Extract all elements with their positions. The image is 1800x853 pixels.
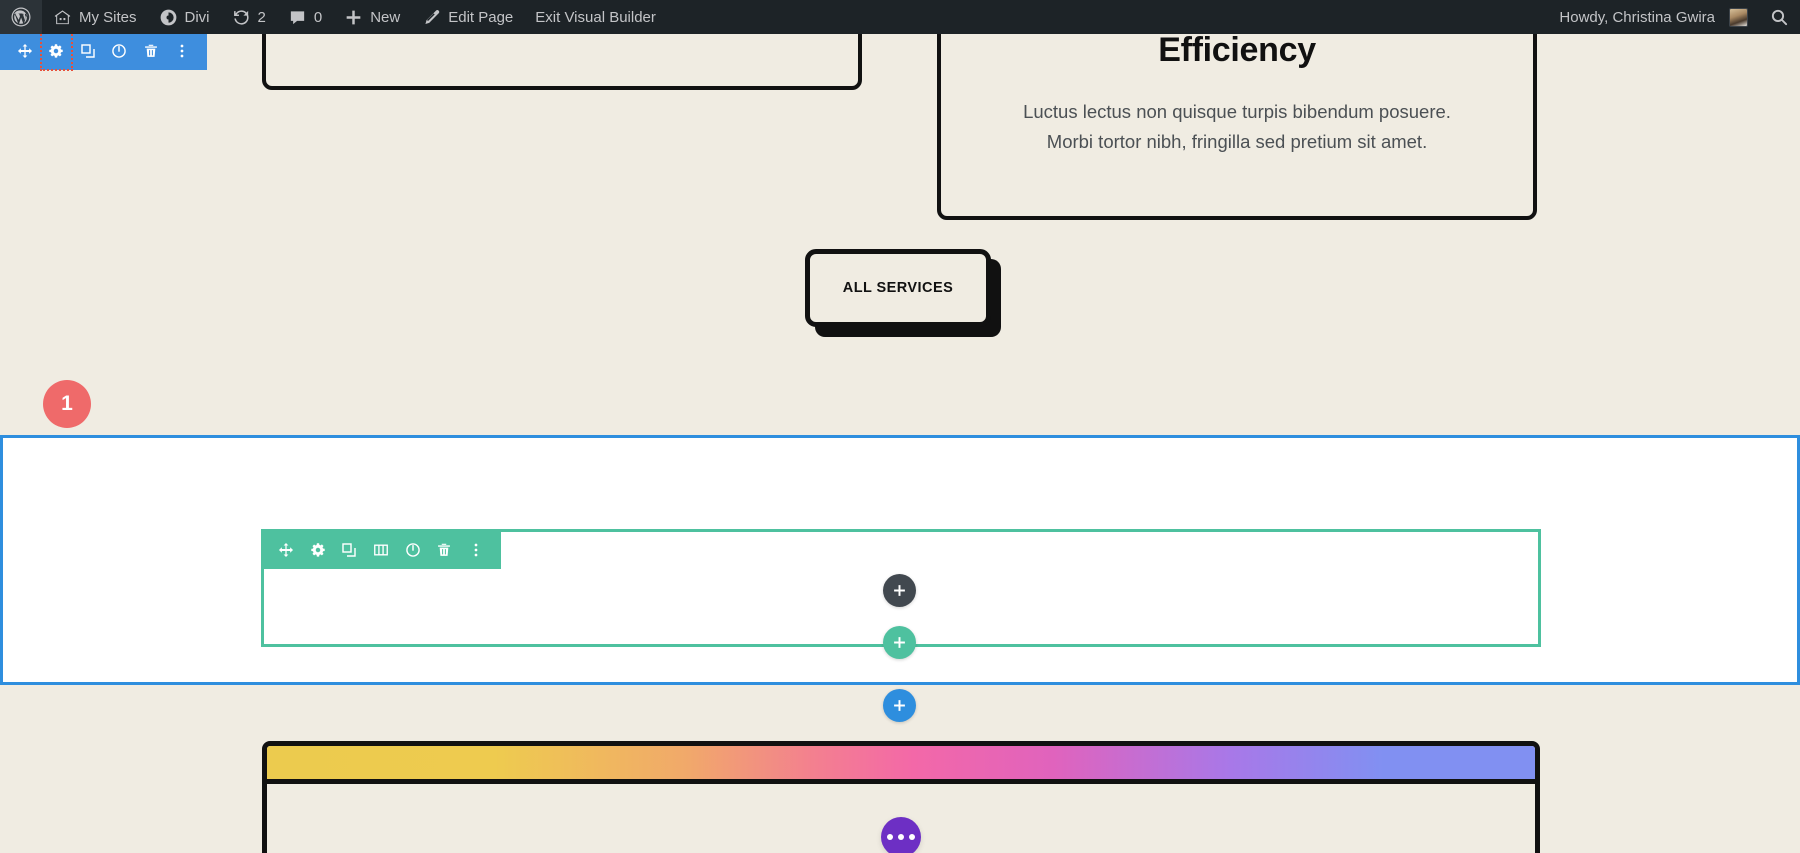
adminbar-item-updates[interactable]: 2 xyxy=(221,0,277,34)
adminbar-label-my-sites: My Sites xyxy=(79,9,137,26)
efficiency-body-line-2: Morbi tortor nibh, fringilla sed pretium… xyxy=(1023,127,1451,157)
wp-admin-bar: My Sites Divi 2 0 xyxy=(0,0,1800,34)
adminbar-item-comments[interactable]: 0 xyxy=(277,0,333,34)
section-more-vertical-icon[interactable] xyxy=(167,34,199,70)
adminbar-item-divi[interactable]: Divi xyxy=(148,0,221,34)
adminbar-item-exit-visual-builder[interactable]: Exit Visual Builder xyxy=(524,0,667,34)
adminbar-label-edit-page: Edit Page xyxy=(448,9,513,26)
section-power-icon[interactable] xyxy=(104,34,136,70)
content-card-left xyxy=(262,34,862,90)
plus-icon xyxy=(344,8,363,27)
add-module-button[interactable] xyxy=(883,574,916,607)
sites-icon xyxy=(53,8,72,27)
adminbar-item-edit-page[interactable]: Edit Page xyxy=(411,0,524,34)
add-section-button[interactable] xyxy=(883,689,916,722)
step-badge: 1 xyxy=(43,380,91,428)
page-settings-dots-button[interactable] xyxy=(881,817,921,853)
adminbar-item-account[interactable]: Howdy, Christina Gwira xyxy=(1548,0,1759,34)
row-duplicate-icon[interactable] xyxy=(333,531,365,569)
row-toolbar[interactable] xyxy=(261,531,501,569)
all-services-button[interactable]: ALL SERVICES xyxy=(805,249,991,327)
dot-3 xyxy=(909,834,915,840)
section-move-icon[interactable] xyxy=(9,34,41,70)
efficiency-body: Luctus lectus non quisque turpis bibendu… xyxy=(1023,97,1451,157)
adminbar-item-new[interactable]: New xyxy=(333,0,411,34)
add-row-button[interactable] xyxy=(883,626,916,659)
section-duplicate-icon[interactable] xyxy=(72,34,104,70)
adminbar-item-my-sites[interactable]: My Sites xyxy=(42,0,148,34)
gradient-bar xyxy=(267,746,1535,784)
adminbar-item-wp-logo[interactable] xyxy=(0,0,42,34)
visual-builder-canvas: Efficiency Luctus lectus non quisque tur… xyxy=(0,34,1800,853)
adminbar-right-group: Howdy, Christina Gwira xyxy=(1548,0,1800,34)
row-power-icon[interactable] xyxy=(397,531,429,569)
search-icon xyxy=(1770,8,1789,27)
comment-icon xyxy=(288,8,307,27)
row-trash-icon[interactable] xyxy=(429,531,461,569)
row-move-icon[interactable] xyxy=(270,531,302,569)
adminbar-greeting: Howdy, Christina Gwira xyxy=(1559,9,1715,26)
section-gear-icon[interactable] xyxy=(41,34,73,70)
adminbar-label-comments-count: 0 xyxy=(314,9,322,26)
row-gear-icon[interactable] xyxy=(302,531,334,569)
section-trash-icon[interactable] xyxy=(135,34,167,70)
wordpress-icon xyxy=(11,7,31,27)
pencil-icon xyxy=(422,8,441,27)
adminbar-label-updates-count: 2 xyxy=(258,9,266,26)
efficiency-card: Efficiency Luctus lectus non quisque tur… xyxy=(937,34,1537,220)
dot-2 xyxy=(898,834,904,840)
avatar xyxy=(1729,8,1748,27)
all-services-button-wrapper: ALL SERVICES xyxy=(805,249,991,337)
row-columns-icon[interactable] xyxy=(365,531,397,569)
dot-1 xyxy=(887,834,893,840)
row-more-vertical-icon[interactable] xyxy=(460,531,492,569)
efficiency-body-line-1: Luctus lectus non quisque turpis bibendu… xyxy=(1023,97,1451,127)
efficiency-title: Efficiency xyxy=(1158,34,1316,71)
adminbar-item-search[interactable] xyxy=(1759,0,1800,34)
adminbar-label-divi: Divi xyxy=(185,9,210,26)
adminbar-label-new: New xyxy=(370,9,400,26)
section-toolbar[interactable] xyxy=(0,34,207,70)
divi-icon xyxy=(159,8,178,27)
updates-icon xyxy=(232,8,251,27)
adminbar-label-exit-visual-builder: Exit Visual Builder xyxy=(535,9,656,26)
